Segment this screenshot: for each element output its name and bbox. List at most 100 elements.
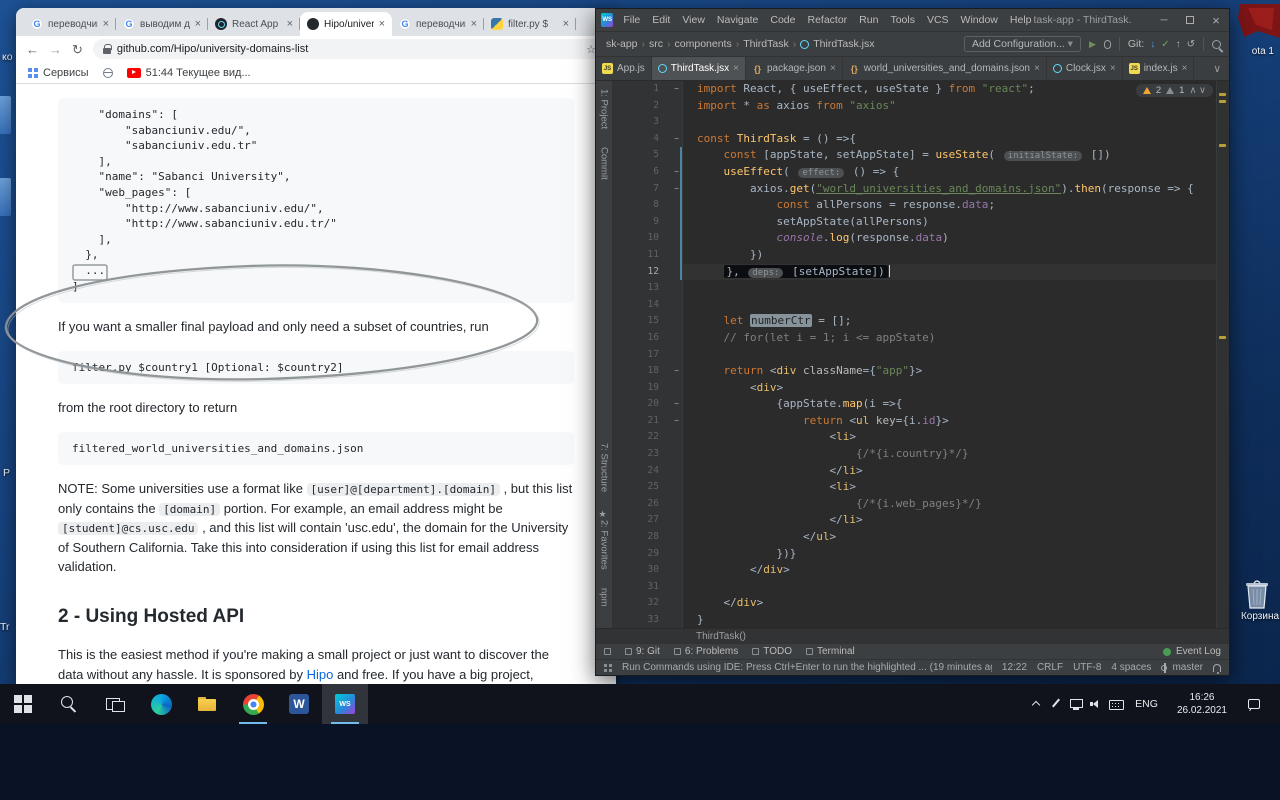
code-line-20[interactable]: 20 {appState.map(i =>{ (613, 396, 1229, 413)
line-number[interactable]: 7 (613, 180, 671, 198)
line-number[interactable]: 19 (613, 379, 671, 397)
line-number[interactable]: 25 (613, 479, 671, 496)
line-number[interactable]: 28 (613, 529, 671, 546)
forward-icon[interactable]: → (49, 43, 62, 56)
tool-stripe-1-project[interactable]: 1: Project (599, 89, 610, 129)
tool-stripe-commit[interactable]: Commit (599, 147, 610, 180)
code-line-26[interactable]: 26 {/*{i.web_pages}*/} (613, 495, 1229, 513)
debug-icon[interactable] (1103, 39, 1111, 49)
keyboard-icon[interactable] (1108, 696, 1125, 712)
fold-icon[interactable] (671, 81, 683, 98)
line-number[interactable]: 10 (613, 230, 671, 247)
taskbar-word-button[interactable] (276, 684, 322, 724)
editor-tab[interactable]: JS App.js (596, 57, 652, 80)
editor-tab-bar[interactable]: JS App.js ThirdTask.jsx {} package.json {} wor… (596, 57, 1229, 81)
line-number[interactable]: 12 (613, 263, 671, 281)
tool-stripe-7-structure[interactable]: 7: Structure (599, 443, 610, 492)
search-everywhere-icon[interactable] (1212, 39, 1221, 49)
bookmark-youtube[interactable]: 51:44 Текущее вид... (126, 67, 251, 79)
browser-tab[interactable]: filter.py $ (484, 12, 576, 36)
hipo-link[interactable]: Hipo (307, 667, 334, 682)
code-line-8[interactable]: 8 const allPersons = response.data; (613, 197, 1229, 214)
code-line-12[interactable]: 12 }, deps: [setAppState]) (613, 263, 1229, 281)
breadcrumb-function[interactable]: ThirdTask() (696, 631, 746, 642)
breadcrumb-item-src[interactable]: src (647, 38, 665, 50)
taskbar-webstorm-button[interactable] (322, 684, 368, 724)
code-line-7[interactable]: 7 axios.get("world_universities_and_doma… (613, 180, 1229, 198)
tool-window-switcher-icon[interactable] (604, 648, 611, 655)
tab-close-icon[interactable] (733, 63, 739, 74)
code-line-19[interactable]: 19 <div> (613, 379, 1229, 397)
line-number[interactable]: 3 (613, 114, 671, 131)
tab-overflow-icon[interactable] (1205, 57, 1229, 80)
line-number[interactable]: 22 (613, 429, 671, 447)
tool-button-6-problems[interactable]: 6: Problems (673, 646, 738, 657)
run-icon[interactable] (1089, 39, 1096, 50)
browser-tab[interactable]: React App (208, 12, 300, 36)
code-line-9[interactable]: 9 setAppState(allPersons) (613, 213, 1229, 231)
editor-tab[interactable]: {} world_universities_and_domains.json (843, 57, 1047, 80)
desktop-shortcut-icon[interactable] (1234, 4, 1280, 44)
url-text[interactable]: github.com/Hipo/university-domains-list (117, 43, 580, 55)
git-commit-icon[interactable] (1161, 39, 1169, 50)
action-center-button[interactable] (1239, 699, 1269, 709)
fold-icon[interactable] (671, 363, 683, 380)
git-history-icon[interactable] (1187, 39, 1195, 50)
code-line-25[interactable]: 25 <li> (613, 479, 1229, 496)
code-line-29[interactable]: 29 })} (613, 545, 1229, 563)
line-number[interactable]: 31 (613, 578, 671, 596)
error-stripe[interactable] (1216, 81, 1229, 628)
language-indicator[interactable]: ENG (1128, 698, 1165, 710)
code-line-15[interactable]: 15 let numberCtr = []; (613, 313, 1229, 330)
line-number[interactable]: 32 (613, 595, 671, 612)
ide-titlebar[interactable]: WS File Edit View Navigate Code Refactor Run To… (596, 9, 1229, 31)
line-number[interactable]: 17 (613, 346, 671, 364)
code-line-10[interactable]: 10 console.log(response.data) (613, 230, 1229, 247)
fold-icon[interactable] (671, 130, 683, 148)
line-number[interactable]: 33 (613, 612, 671, 628)
menu-item-code[interactable]: Code (768, 13, 797, 27)
caret-position[interactable]: 12:22 (1002, 662, 1027, 673)
taskbar-file-explorer-button[interactable] (184, 684, 230, 724)
reload-icon[interactable]: ↻ (72, 43, 83, 56)
fold-icon[interactable] (671, 396, 683, 413)
tool-button-9-git[interactable]: 9: Git (625, 646, 660, 657)
line-number[interactable]: 13 (613, 280, 671, 297)
event-log-button[interactable]: Event Log (1162, 646, 1221, 657)
menu-item-help[interactable]: Help (1008, 13, 1034, 27)
line-number[interactable]: 20 (613, 396, 671, 413)
inspections-widget[interactable]: 2 1 (1135, 84, 1213, 97)
volume-icon[interactable] (1088, 696, 1104, 712)
code-line-31[interactable]: 31 (613, 578, 1229, 596)
tab-close-icon[interactable] (103, 19, 109, 30)
line-number[interactable]: 23 (613, 446, 671, 463)
warning-stripe-mark[interactable] (1219, 100, 1226, 103)
clock[interactable]: 16:26 26.02.2021 (1169, 691, 1235, 717)
browser-page[interactable]: "domains": [ "sabanciuniv.edu/", "sabanc… (16, 84, 616, 684)
line-number[interactable]: 1 (613, 81, 671, 98)
line-number[interactable]: 21 (613, 412, 671, 430)
tab-close-icon[interactable] (379, 19, 385, 30)
status-grid-icon[interactable] (604, 663, 612, 672)
code-line-24[interactable]: 24 </li> (613, 462, 1229, 480)
editor-tab[interactable]: {} package.json (746, 57, 843, 80)
code-line-27[interactable]: 27 </li> (613, 512, 1229, 530)
line-number[interactable]: 5 (613, 147, 671, 164)
browser-tab[interactable]: Gпереводчик (392, 12, 484, 36)
tool-button-todo[interactable]: TODO (752, 646, 792, 657)
code-line-5[interactable]: 5 const [appState, setAppState] = useSta… (613, 147, 1229, 164)
menu-item-edit[interactable]: Edit (650, 13, 672, 27)
maximize-button[interactable] (1177, 9, 1203, 31)
taskbar-chrome-button[interactable] (230, 684, 276, 724)
editor-tab[interactable]: JS index.js (1123, 57, 1195, 80)
breadcrumb-item-thirdtask[interactable]: ThirdTask (741, 38, 791, 50)
indent-setting[interactable]: 4 spaces (1111, 662, 1151, 673)
breadcrumb-item-components[interactable]: components (673, 38, 734, 50)
code-line-30[interactable]: 30 </div> (613, 562, 1229, 579)
taskbar-start-button[interactable] (0, 684, 46, 724)
menu-item-file[interactable]: File (621, 13, 642, 27)
browser-tab[interactable]: Gвыводим д (116, 12, 208, 36)
line-number[interactable]: 2 (613, 97, 671, 115)
code-line-23[interactable]: 23 {/*{i.country}*/} (613, 446, 1229, 463)
line-number[interactable]: 15 (613, 313, 671, 330)
